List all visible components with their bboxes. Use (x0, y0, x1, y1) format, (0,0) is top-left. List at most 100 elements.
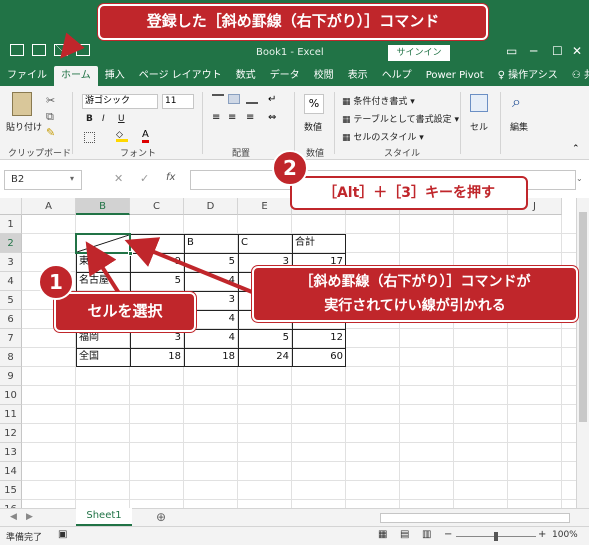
horizontal-scrollbar[interactable] (380, 513, 570, 523)
row-header-16[interactable]: 16 (0, 500, 22, 508)
cell-C8[interactable]: 18 (130, 348, 184, 367)
editing-button[interactable]: 編集 (510, 120, 528, 133)
cell-E2[interactable]: C (238, 234, 292, 253)
close-button[interactable]: ✕ (572, 44, 582, 58)
font-size-select[interactable]: 11 (162, 94, 194, 109)
maximize-button[interactable]: ☐ (552, 44, 563, 58)
tab-page-layout[interactable]: ページ レイアウト (132, 66, 229, 86)
zoom-level[interactable]: 100% (552, 530, 578, 540)
grid-icon[interactable] (10, 44, 24, 56)
cell-C3[interactable]: 9 (130, 253, 184, 272)
diagonal-border-icon[interactable] (54, 44, 68, 56)
column-header-E[interactable]: E (238, 198, 292, 215)
cell-D3[interactable]: 5 (184, 253, 238, 272)
row-header-4[interactable]: 4 (0, 272, 22, 291)
cancel-icon[interactable]: ✕ (114, 172, 123, 185)
sheet-tab-sheet1[interactable]: Sheet1 (76, 508, 132, 526)
merge-icon[interactable]: ⇔ (268, 112, 276, 123)
cell-B4[interactable]: 名古屋 (76, 272, 130, 291)
zoom-out-icon[interactable]: − (444, 529, 452, 540)
cell-E8[interactable]: 24 (238, 348, 292, 367)
name-box-dropdown-icon[interactable]: ▾ (70, 174, 74, 183)
row-header-15[interactable]: 15 (0, 481, 22, 500)
tab-review[interactable]: 校閲 (307, 66, 341, 86)
next-sheet-icon[interactable]: ▶ (26, 512, 33, 522)
macro-record-icon[interactable]: ▣ (58, 529, 67, 540)
number-format-button[interactable]: 数値 (304, 120, 322, 133)
cell-F7[interactable]: 12 (292, 329, 346, 348)
align-center-icon[interactable]: ≡ (228, 112, 236, 123)
format-painter-icon[interactable]: ✎ (46, 126, 55, 139)
tab-share[interactable]: ⚇ 共有 (565, 66, 589, 86)
cells-button[interactable]: セル (470, 120, 488, 133)
cells-icon[interactable] (470, 94, 488, 112)
format-as-table-button[interactable]: ▦ テーブルとして書式設定 ▾ (342, 112, 459, 125)
conditional-formatting-button[interactable]: ▦ 条件付き書式 ▾ (342, 94, 415, 107)
tab-insert[interactable]: 挿入 (98, 66, 132, 86)
row-header-13[interactable]: 13 (0, 443, 22, 462)
vertical-scrollbar[interactable] (576, 198, 589, 508)
row-header-7[interactable]: 7 (0, 329, 22, 348)
select-all-corner[interactable] (0, 198, 22, 215)
row-header-5[interactable]: 5 (0, 291, 22, 310)
find-icon[interactable]: ⌕ (512, 92, 521, 112)
paste-icon[interactable] (12, 92, 32, 116)
percent-icon[interactable]: % (304, 94, 324, 114)
tab-view[interactable]: 表示 (341, 66, 375, 86)
row-header-8[interactable]: 8 (0, 348, 22, 367)
minimize-button[interactable]: ─ (530, 44, 537, 58)
wrap-text-icon[interactable]: ↵ (268, 94, 276, 105)
row-header-10[interactable]: 10 (0, 386, 22, 405)
normal-view-icon[interactable]: ▦ (378, 529, 387, 540)
zoom-slider-thumb[interactable] (494, 532, 498, 541)
ribbon-options-icon[interactable]: ▭ (506, 44, 517, 58)
border-icon[interactable] (84, 132, 95, 143)
cell-D8[interactable]: 18 (184, 348, 238, 367)
enter-icon[interactable]: ✓ (140, 172, 149, 185)
cell-C4[interactable]: 5 (130, 272, 184, 291)
row-header-11[interactable]: 11 (0, 405, 22, 424)
zoom-in-icon[interactable]: + (538, 529, 546, 540)
expand-formula-icon[interactable]: ⌄ (576, 174, 583, 183)
cell-D4[interactable]: 4 (184, 272, 238, 291)
cell-D7[interactable]: 4 (184, 329, 238, 348)
cell-B8[interactable]: 全国 (76, 348, 130, 367)
cell-F2[interactable]: 合計 (292, 234, 346, 253)
tab-power-pivot[interactable]: Power Pivot (419, 66, 491, 86)
cell-D2[interactable]: B (184, 234, 238, 253)
italic-button[interactable]: I (102, 114, 105, 124)
paste-button[interactable]: 貼り付け (6, 120, 42, 133)
fill-handle[interactable] (128, 251, 133, 256)
worksheet-grid[interactable]: ABCDEFGHIJ1234567891011121314151617BC合計東… (0, 198, 576, 508)
collapse-ribbon-icon[interactable]: ⌃ (572, 144, 580, 154)
column-header-C[interactable]: C (130, 198, 184, 215)
cell-B3[interactable]: 東京 (76, 253, 130, 272)
cell-E7[interactable]: 5 (238, 329, 292, 348)
save-disk-icon[interactable] (76, 44, 90, 56)
tab-file[interactable]: ファイル (0, 66, 54, 86)
fill-color-icon[interactable]: ◇ (116, 130, 128, 142)
save-icon[interactable] (32, 44, 46, 56)
tab-help[interactable]: ヘルプ (375, 66, 419, 86)
underline-button[interactable]: U (118, 114, 125, 124)
column-header-A[interactable]: A (22, 198, 76, 215)
fx-icon[interactable]: fx (166, 172, 175, 183)
tab-tell-me[interactable]: ♀ 操作アシス (491, 66, 565, 86)
row-header-3[interactable]: 3 (0, 253, 22, 272)
bold-button[interactable]: B (86, 114, 93, 124)
signin-button[interactable]: サインイン (388, 45, 450, 61)
tab-formulas[interactable]: 数式 (229, 66, 263, 86)
align-top-icon[interactable] (212, 94, 224, 104)
prev-sheet-icon[interactable]: ◀ (10, 512, 17, 522)
cell-F8[interactable]: 60 (292, 348, 346, 367)
align-middle-icon[interactable] (228, 94, 240, 104)
column-header-B[interactable]: B (76, 198, 130, 215)
row-header-1[interactable]: 1 (0, 215, 22, 234)
row-header-12[interactable]: 12 (0, 424, 22, 443)
row-header-14[interactable]: 14 (0, 462, 22, 481)
row-header-6[interactable]: 6 (0, 310, 22, 329)
copy-icon[interactable]: ⧉ (46, 110, 54, 124)
selected-cell-B2[interactable] (75, 233, 131, 254)
font-name-select[interactable]: 游ゴシック (82, 94, 158, 109)
add-sheet-button[interactable]: ⊕ (156, 510, 166, 524)
